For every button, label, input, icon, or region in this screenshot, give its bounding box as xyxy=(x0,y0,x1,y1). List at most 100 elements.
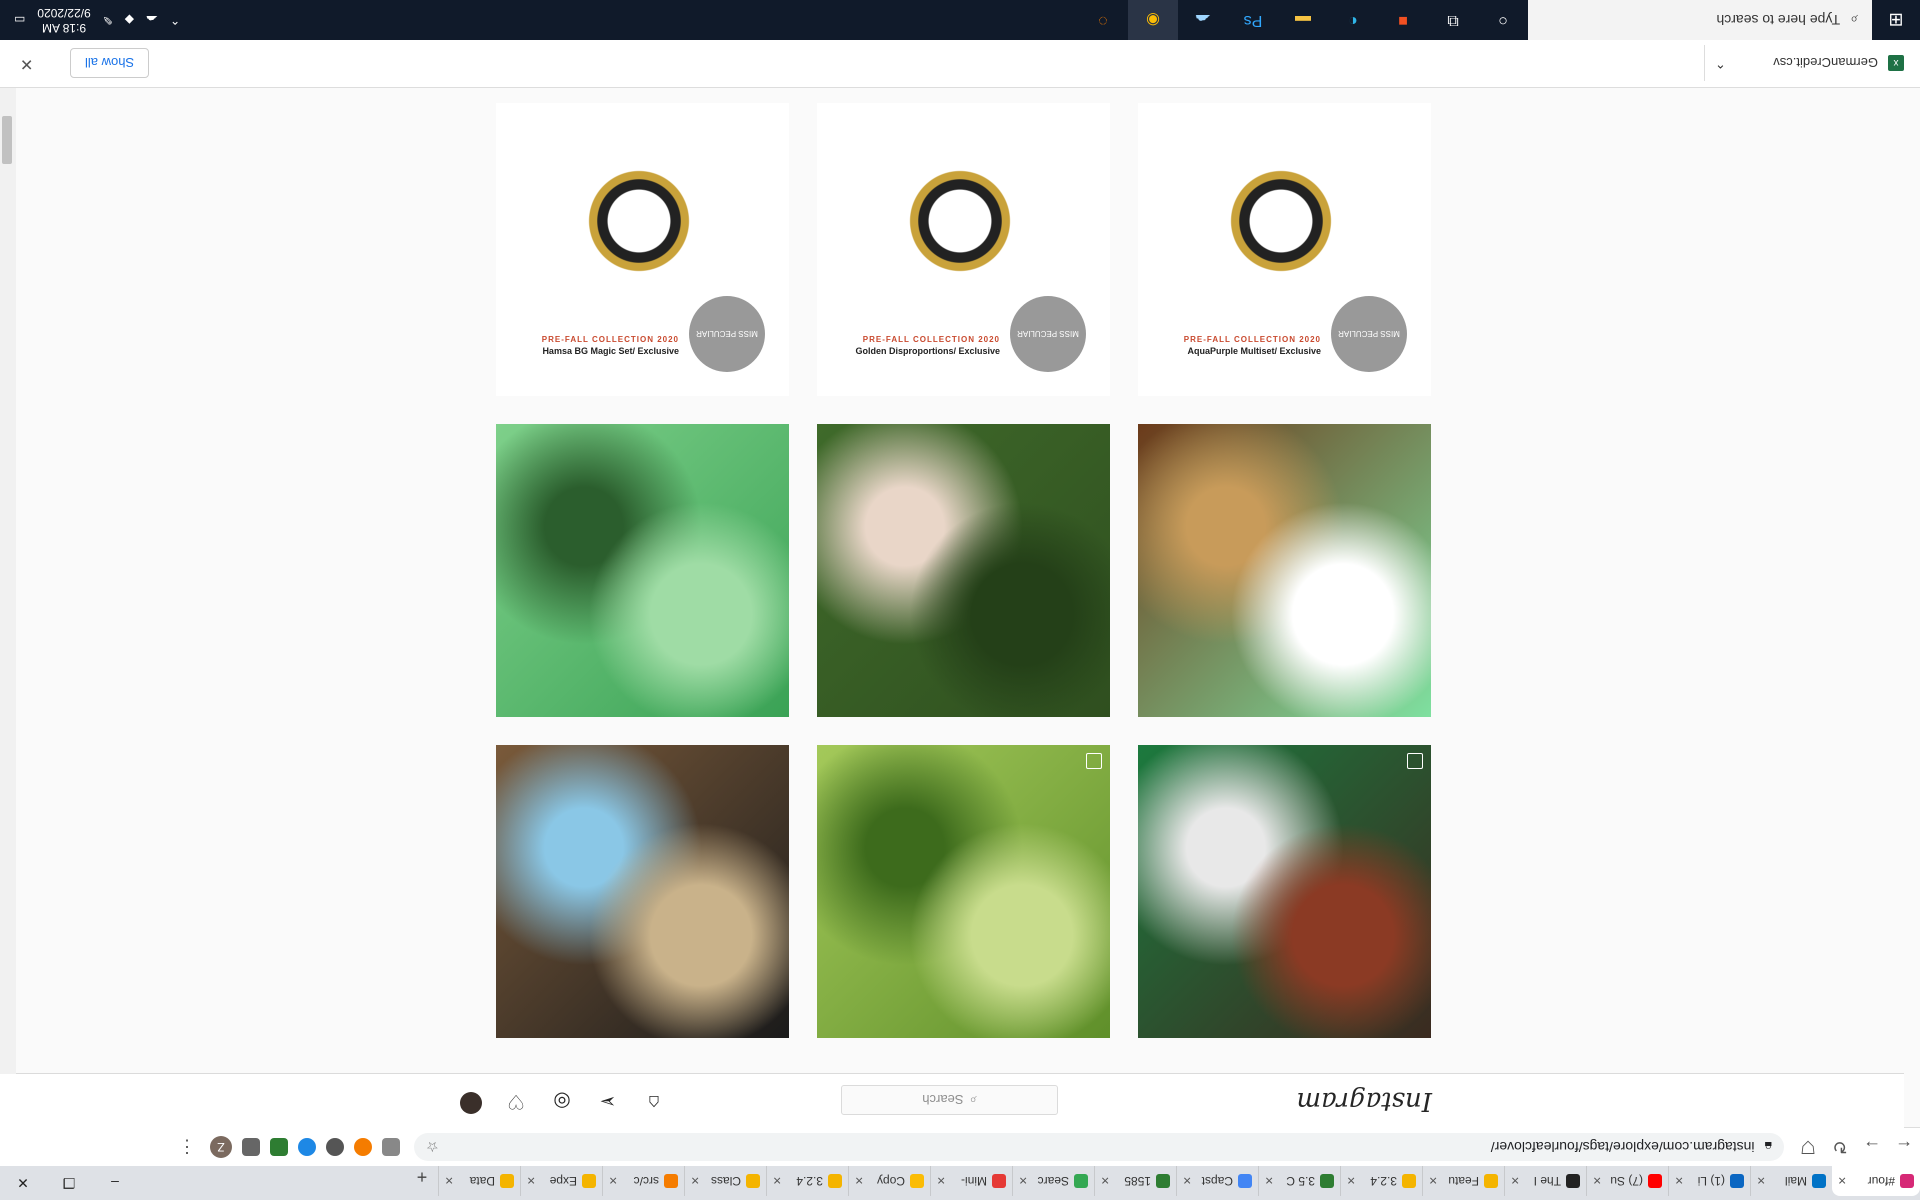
browser-tab[interactable]: #four × xyxy=(1832,1166,1920,1196)
browser-tab[interactable]: Class × xyxy=(684,1166,766,1196)
tab-close-icon[interactable]: × xyxy=(1101,1173,1109,1189)
extensions-puzzle-icon[interactable] xyxy=(242,1138,260,1156)
show-all-button[interactable]: Show all xyxy=(70,48,150,78)
forward-icon[interactable]: → xyxy=(1856,1137,1888,1158)
profile-avatar[interactable]: Z xyxy=(210,1136,232,1158)
windows-start-icon[interactable]: ⊞ xyxy=(1872,0,1920,40)
tab-close-icon[interactable]: × xyxy=(1511,1173,1519,1189)
notifications-icon[interactable]: ▭ xyxy=(14,13,25,27)
scrollbar-thumb[interactable] xyxy=(2,116,12,164)
chrome-icon[interactable]: ◉ xyxy=(1128,0,1178,40)
minimize-icon[interactable]: – xyxy=(92,1166,138,1200)
browser-tab[interactable]: Mini- × xyxy=(930,1166,1012,1196)
browser-tab[interactable]: 3.2.4 × xyxy=(766,1166,848,1196)
explore-icon[interactable]: ◎ xyxy=(550,1090,574,1114)
tab-close-icon[interactable]: × xyxy=(773,1173,781,1189)
pen-icon[interactable]: ✎ xyxy=(103,13,113,27)
task-view-icon[interactable]: ⧉ xyxy=(1428,0,1478,40)
tab-close-icon[interactable]: × xyxy=(855,1173,863,1189)
post-clover-leaves[interactable] xyxy=(496,424,789,717)
dropbox-icon[interactable]: ◆ xyxy=(125,13,134,27)
tab-close-icon[interactable]: × xyxy=(1265,1173,1273,1189)
new-tab-icon[interactable]: + xyxy=(406,1166,438,1187)
browser-tab[interactable]: Featu × xyxy=(1422,1166,1504,1196)
taskbar-search[interactable]: ⌕ Type here to search xyxy=(1528,0,1872,40)
tab-close-icon[interactable]: × xyxy=(691,1173,699,1189)
reload-icon[interactable]: ↻ xyxy=(1824,1137,1856,1158)
extension-icon-2[interactable] xyxy=(354,1138,372,1156)
clock[interactable]: 9:18 AM 9/22/2020 xyxy=(37,5,90,35)
browser-tab[interactable]: The I × xyxy=(1504,1166,1586,1196)
instagram-logo[interactable]: Instagram xyxy=(1296,1086,1432,1116)
tab-favicon-icon xyxy=(1900,1174,1914,1188)
post-celtic-jersey-selfie[interactable] xyxy=(1138,745,1431,1038)
direct-icon[interactable]: ➢ xyxy=(596,1090,620,1114)
browser-tab[interactable]: (7) Su × xyxy=(1586,1166,1668,1196)
browser-tab[interactable]: 1585 × xyxy=(1094,1166,1176,1196)
extension-icon-3[interactable] xyxy=(326,1138,344,1156)
browser-menu-icon[interactable]: ⋮ xyxy=(178,1137,196,1158)
search-input[interactable]: ⌕ Search xyxy=(841,1085,1058,1115)
tab-close-icon[interactable]: × xyxy=(527,1173,535,1189)
heart-icon[interactable]: ♡ xyxy=(504,1090,528,1114)
tab-close-icon[interactable]: × xyxy=(445,1173,453,1189)
browser-tab[interactable]: 3.2.4 × xyxy=(1340,1166,1422,1196)
onedrive-icon[interactable]: ☁ xyxy=(1178,0,1228,40)
app-icon[interactable]: ◌ xyxy=(1078,0,1128,40)
edge-icon[interactable]: ◐ xyxy=(1328,0,1378,40)
close-window-icon[interactable]: ✕ xyxy=(0,1166,46,1200)
browser-tab[interactable]: Mail × xyxy=(1750,1166,1832,1196)
tab-close-icon[interactable]: × xyxy=(1757,1173,1765,1189)
extension-icon-4[interactable] xyxy=(298,1138,316,1156)
profile-avatar[interactable] xyxy=(460,1092,482,1114)
post-hamsa-bracelet[interactable]: MISS PECULIAR Hamsa BG Magic Set/ Exclusi… xyxy=(496,103,789,396)
office-icon[interactable]: ■ xyxy=(1378,0,1428,40)
tab-close-icon[interactable]: × xyxy=(1429,1173,1437,1189)
cloud-icon[interactable]: ☁ xyxy=(146,13,158,27)
back-icon[interactable]: ← xyxy=(1888,1137,1920,1158)
file-explorer-icon[interactable]: ▬ xyxy=(1278,0,1328,40)
home-icon[interactable]: ⌂ xyxy=(642,1090,666,1114)
tab-close-icon[interactable]: × xyxy=(1675,1173,1683,1189)
tab-close-icon[interactable]: × xyxy=(609,1173,617,1189)
tab-favicon-icon xyxy=(828,1174,842,1188)
browser-tab[interactable]: Searc × xyxy=(1012,1166,1094,1196)
restore-icon[interactable]: ❐ xyxy=(46,1166,92,1200)
post-clover-in-grass[interactable] xyxy=(817,745,1110,1038)
photoshop-icon[interactable]: Ps xyxy=(1228,0,1278,40)
tab-title: Mail xyxy=(1784,1174,1807,1188)
extension-icon-5[interactable] xyxy=(270,1138,288,1156)
tab-close-icon[interactable]: × xyxy=(1347,1173,1355,1189)
browser-tab[interactable]: (1) Li × xyxy=(1668,1166,1750,1196)
post-glass-clover-dish[interactable] xyxy=(1138,424,1431,717)
post-aquapurple-bracelet[interactable]: MISS PECULIAR AquaPurple Multiset/ Exclus… xyxy=(1138,103,1431,396)
download-item[interactable]: x GermanCredit.csv ⌃ xyxy=(1704,45,1904,81)
post-hand-holding-clover[interactable] xyxy=(817,424,1110,717)
bookmark-star-icon[interactable]: ☆ xyxy=(426,1139,439,1156)
post-golden-disproportions-bracelet[interactable]: MISS PECULIAR Golden Disproportions/ Excl… xyxy=(817,103,1110,396)
browser-tab[interactable]: Expe × xyxy=(520,1166,602,1196)
browser-tab[interactable]: Capst × xyxy=(1176,1166,1258,1196)
page-scrollbar[interactable] xyxy=(0,88,16,1074)
tab-close-icon[interactable]: × xyxy=(1838,1173,1846,1189)
browser-tab[interactable]: Data × xyxy=(438,1166,520,1196)
tab-close-icon[interactable]: × xyxy=(1019,1173,1027,1189)
tab-title: (7) Su xyxy=(1610,1174,1643,1188)
tab-title: Capst xyxy=(1201,1174,1233,1188)
address-text: instagram.com/explore/tags/fourleafclove… xyxy=(1490,1139,1755,1155)
tab-close-icon[interactable]: × xyxy=(1593,1173,1601,1189)
tab-close-icon[interactable]: × xyxy=(1183,1173,1191,1189)
cortana-icon[interactable]: ○ xyxy=(1478,0,1528,40)
chevron-up-icon[interactable]: ⌃ xyxy=(170,13,180,27)
browser-tab[interactable]: 3.5 C × xyxy=(1258,1166,1340,1196)
address-bar[interactable]: 🔒︎ instagram.com/explore/tags/fourleafcl… xyxy=(414,1133,1784,1161)
browser-tab[interactable]: Copy × xyxy=(848,1166,930,1196)
browser-tab[interactable]: src/c × xyxy=(602,1166,684,1196)
tab-favicon-icon xyxy=(1238,1174,1252,1188)
tab-close-icon[interactable]: × xyxy=(937,1173,945,1189)
close-icon[interactable]: ✕ xyxy=(20,54,33,74)
chevron-up-icon[interactable]: ⌃ xyxy=(1715,55,1726,71)
post-bookshelf-figures[interactable] xyxy=(496,745,789,1038)
extension-pin-icon[interactable]: ⛉ xyxy=(1792,1137,1824,1158)
extension-icon-1[interactable] xyxy=(382,1138,400,1156)
